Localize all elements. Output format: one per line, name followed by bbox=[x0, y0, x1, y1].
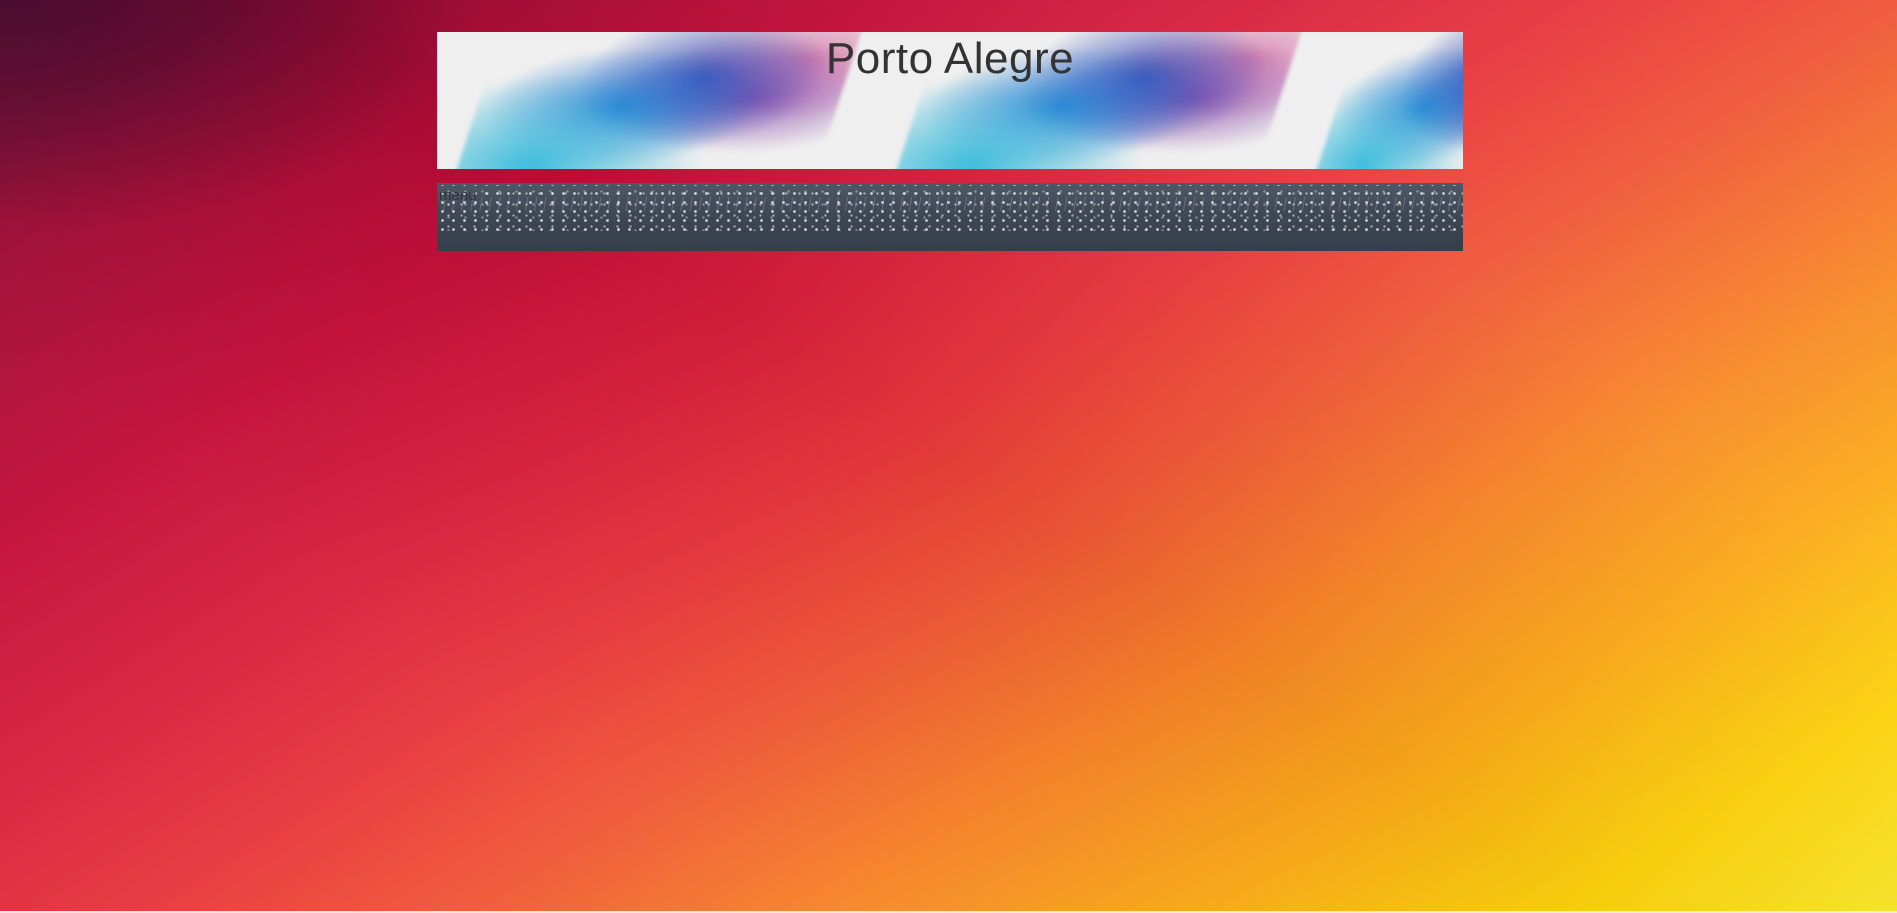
menu-bar[interactable]: menu bbox=[437, 183, 1463, 251]
menu-label[interactable]: menu bbox=[439, 187, 477, 204]
header-banner: Porto Alegre bbox=[437, 32, 1463, 169]
string-lights-strand bbox=[437, 197, 1463, 211]
page-container: Porto Alegre menu bbox=[437, 32, 1463, 251]
site-title: Porto Alegre bbox=[825, 34, 1075, 83]
